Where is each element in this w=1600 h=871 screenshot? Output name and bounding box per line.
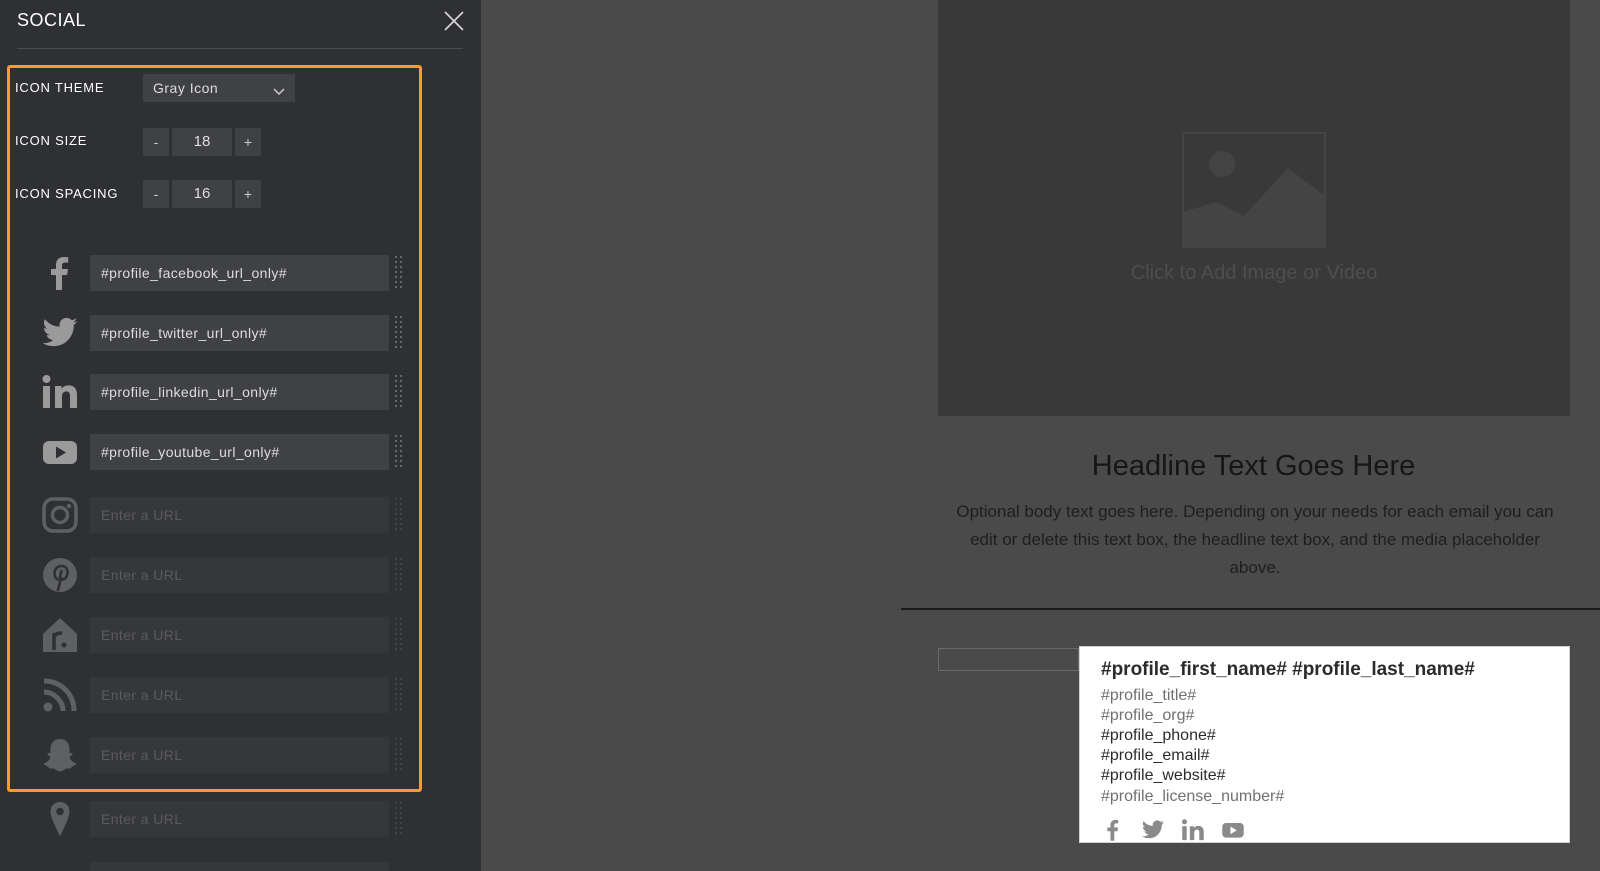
panel-divider [17,48,463,49]
drag-handle[interactable] [395,800,403,838]
facebook-url-input[interactable] [90,255,389,291]
icon-spacing-decrement-button[interactable]: - [143,180,169,208]
icon-theme-select[interactable]: Gray Icon [143,74,295,102]
twitter-icon[interactable] [1141,818,1165,842]
twitter-icon [41,314,79,352]
signature-title: #profile_title# [1101,687,1197,704]
drag-handle[interactable] [395,373,403,411]
drag-handle[interactable] [395,314,403,352]
realtor-url-input[interactable] [90,617,389,653]
drag-handle[interactable] [395,556,403,594]
icon-theme-label: ICON THEME [15,80,105,95]
social-settings-panel: SOCIAL ICON THEME Gray Icon ICON SIZE - … [0,0,481,871]
youtube-icon[interactable] [1221,818,1245,842]
drag-handle[interactable] [395,676,403,714]
signature-org: #profile_org# [1101,707,1195,724]
instagram-url-input[interactable] [90,497,389,533]
signature-phone: #profile_phone# [1101,727,1216,744]
broken-image[interactable] [938,648,1079,671]
divider [901,608,1600,610]
media-caption: Click to Add Image or Video [1130,262,1378,284]
icon-theme-value: Gray Icon [153,80,219,96]
linkedin-icon[interactable] [1181,818,1205,842]
rss-icon [41,676,79,714]
drag-handle[interactable] [395,254,403,292]
image-placeholder-icon [1182,132,1326,248]
media-placeholder[interactable]: Click to Add Image or Video [938,0,1570,416]
pinterest-icon [41,556,79,594]
icon-size-increment-button[interactable]: + [235,128,261,156]
location-pin-icon [41,800,79,838]
facebook-icon[interactable] [1101,818,1125,842]
rss-url-input[interactable] [90,677,389,713]
signature-name: #profile_first_name# #profile_last_name# [1101,659,1475,680]
drag-handle[interactable] [395,736,403,774]
youtube-icon [41,433,79,471]
instagram-icon [41,496,79,534]
close-icon[interactable] [442,9,466,33]
signature-email: #profile_email# [1101,747,1210,764]
next-row-input[interactable] [90,862,389,871]
icon-spacing-value[interactable]: 16 [172,180,232,208]
snapchat-icon [41,736,79,774]
headline[interactable]: Headline Text Goes Here [901,450,1600,483]
icon-size-label: ICON SIZE [15,133,88,148]
linkedin-icon [41,373,79,411]
pinterest-url-input[interactable] [90,557,389,593]
icon-size-value[interactable]: 18 [172,128,232,156]
signature-website: #profile_website# [1101,767,1226,784]
icon-size-decrement-button[interactable]: - [143,128,169,156]
youtube-url-input[interactable] [90,434,389,470]
email-preview: Click to Add Image or Video Headline Tex… [901,0,1600,871]
icon-spacing-label: ICON SPACING [15,186,119,201]
signature-social-icons [1101,818,1261,842]
drag-handle[interactable] [395,616,403,654]
linkedin-url-input[interactable] [90,374,389,410]
twitter-url-input[interactable] [90,315,389,351]
drag-handle[interactable] [395,496,403,534]
drag-handle[interactable] [395,433,403,471]
location-url-input[interactable] [90,801,389,837]
signature-card[interactable]: #profile_first_name# #profile_last_name#… [1079,646,1570,843]
body-text[interactable]: Optional body text goes here. Depending … [946,498,1564,582]
facebook-icon [41,254,79,292]
icon-spacing-increment-button[interactable]: + [235,180,261,208]
snapchat-url-input[interactable] [90,737,389,773]
realtor-icon [41,616,79,654]
signature-license: #profile_license_number# [1101,788,1285,805]
chevron-down-icon [273,83,285,99]
panel-title: SOCIAL [17,10,87,30]
